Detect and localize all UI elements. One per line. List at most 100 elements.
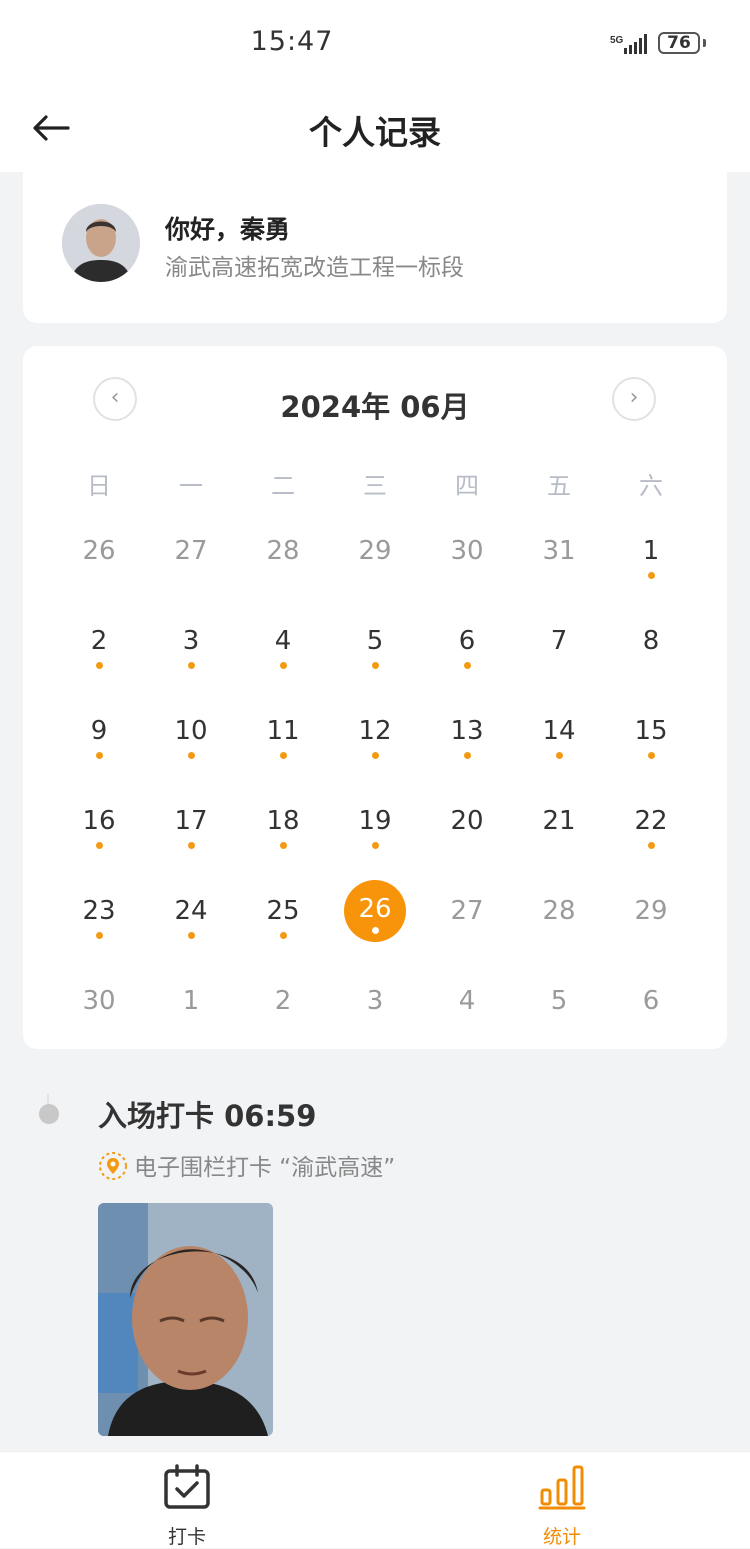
battery-tip <box>703 39 706 47</box>
calendar-day[interactable]: 3 <box>156 606 226 676</box>
calendar-day[interactable]: 25 <box>248 876 318 946</box>
calendar-day[interactable]: 1 <box>156 966 226 1036</box>
attendance-dot <box>96 842 103 849</box>
day-number: 16 <box>82 806 116 836</box>
calendar-day[interactable]: 30 <box>432 516 502 586</box>
calendar-day[interactable]: 17 <box>156 786 226 856</box>
page-title: 个人记录 <box>309 113 441 152</box>
calendar-day[interactable]: 23 <box>64 876 134 946</box>
day-number: 6 <box>458 626 476 656</box>
attendance-dot <box>280 842 287 849</box>
day-number: 27 <box>450 896 484 926</box>
day-number: 4 <box>274 626 292 656</box>
attendance-dot <box>464 752 471 759</box>
calendar-day[interactable]: 6 <box>616 966 686 1036</box>
calendar-day[interactable]: 28 <box>524 876 594 946</box>
tab-checkin[interactable]: 打卡 <box>127 1464 247 1549</box>
calendar-day[interactable]: 5 <box>524 966 594 1036</box>
calendar-day[interactable]: 18 <box>248 786 318 856</box>
record-title: 入场打卡 06:59 <box>98 1099 317 1133</box>
calendar-day[interactable]: 30 <box>64 966 134 1036</box>
calendar-day[interactable]: 10 <box>156 696 226 766</box>
day-number: 28 <box>266 536 300 566</box>
day-number: 30 <box>82 986 116 1016</box>
day-number: 8 <box>642 626 660 656</box>
calendar-day[interactable]: 28 <box>248 516 318 586</box>
calendar-day[interactable]: 31 <box>524 516 594 586</box>
attendance-dot <box>96 662 103 669</box>
calendar-day[interactable]: 21 <box>524 786 594 856</box>
attendance-dot <box>188 842 195 849</box>
checkin-record: 入场打卡 06:59 电子围栏打卡 “渝武高速” <box>0 1070 750 1450</box>
calendar-day[interactable]: 20 <box>432 786 502 856</box>
avatar <box>62 204 140 282</box>
record-subtitle: 电子围栏打卡 “渝武高速” <box>134 1155 396 1181</box>
day-number: 5 <box>550 986 568 1016</box>
calendar-day[interactable]: 2 <box>248 966 318 1036</box>
calendar-day[interactable]: 16 <box>64 786 134 856</box>
calendar-day[interactable]: 14 <box>524 696 594 766</box>
attendance-dot <box>188 662 195 669</box>
calendar-day[interactable]: 27 <box>432 876 502 946</box>
attendance-dot <box>280 662 287 669</box>
day-number: 30 <box>450 536 484 566</box>
calendar-day[interactable]: 2 <box>64 606 134 676</box>
day-number: 6 <box>642 986 660 1016</box>
checkin-photo[interactable] <box>98 1203 273 1436</box>
calendar-day[interactable]: 7 <box>524 606 594 676</box>
calendar-day[interactable]: 24 <box>156 876 226 946</box>
weekday-header: 四 <box>455 472 479 500</box>
day-number: 4 <box>458 986 476 1016</box>
attendance-dot <box>556 752 563 759</box>
day-number: 26 <box>358 894 392 924</box>
calendar-day[interactable]: 12 <box>340 696 410 766</box>
day-number: 3 <box>366 986 384 1016</box>
day-number: 7 <box>550 626 568 656</box>
calendar-day[interactable]: 8 <box>616 606 686 676</box>
next-month-button[interactable]: › <box>612 377 656 421</box>
day-number: 10 <box>174 716 208 746</box>
calendar-day[interactable]: 11 <box>248 696 318 766</box>
calendar-day[interactable]: 4 <box>432 966 502 1036</box>
project-name: 渝武高速拓宽改造工程一标段 <box>165 255 464 281</box>
status-bar: 15:47 5G 76 <box>0 0 750 86</box>
calendar-day[interactable]: 9 <box>64 696 134 766</box>
calendar-day[interactable]: 29 <box>340 516 410 586</box>
day-number: 12 <box>358 716 392 746</box>
day-number: 1 <box>642 536 660 566</box>
day-number: 29 <box>634 896 668 926</box>
attendance-dot <box>648 752 655 759</box>
calendar-day[interactable]: 22 <box>616 786 686 856</box>
calendar-day[interactable]: 5 <box>340 606 410 676</box>
calendar-day[interactable]: 1 <box>616 516 686 586</box>
attendance-dot <box>280 752 287 759</box>
weekday-header: 六 <box>639 472 663 500</box>
attendance-dot <box>372 927 379 934</box>
calendar-day[interactable]: 29 <box>616 876 686 946</box>
battery-icon: 76 <box>658 32 700 54</box>
calendar-day[interactable]: 3 <box>340 966 410 1036</box>
attendance-dot <box>372 662 379 669</box>
weekday-header: 五 <box>547 472 571 500</box>
day-number: 18 <box>266 806 300 836</box>
weekday-header: 一 <box>179 472 203 500</box>
signal-icon: 5G <box>610 34 647 54</box>
weekday-header: 三 <box>363 472 387 500</box>
attendance-dot <box>96 932 103 939</box>
calendar-day-selected[interactable]: 26 <box>344 880 406 942</box>
weekday-header: 日 <box>87 472 111 500</box>
calendar-day[interactable]: 26 <box>64 516 134 586</box>
calendar-day[interactable]: 15 <box>616 696 686 766</box>
calendar-day[interactable]: 27 <box>156 516 226 586</box>
calendar-day[interactable]: 19 <box>340 786 410 856</box>
day-number: 2 <box>90 626 108 656</box>
calendar-day[interactable]: 4 <box>248 606 318 676</box>
tab-statistics[interactable]: 统计 <box>502 1464 622 1549</box>
nav-bar: 个人记录 <box>0 86 750 172</box>
day-number: 20 <box>450 806 484 836</box>
record-subtitle-row: 电子围栏打卡 “渝武高速” <box>98 1148 395 1182</box>
calendar-day[interactable]: 6 <box>432 606 502 676</box>
calendar-day[interactable]: 13 <box>432 696 502 766</box>
day-number: 27 <box>174 536 208 566</box>
attendance-dot <box>280 932 287 939</box>
